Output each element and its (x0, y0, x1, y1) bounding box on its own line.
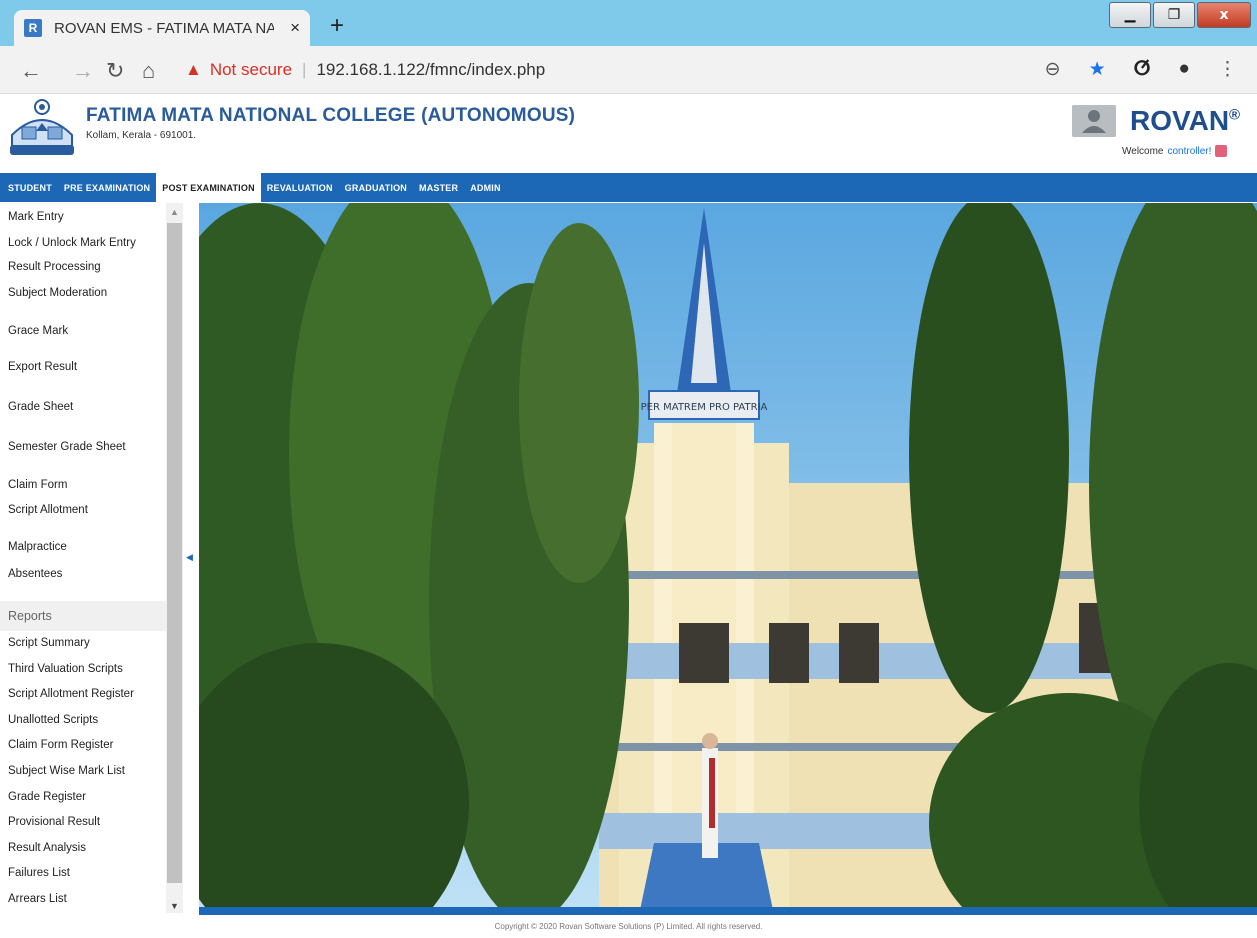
sidebar-item-script-allotment[interactable]: Script Allotment (8, 504, 88, 516)
sidebar-report-result-analysis[interactable]: Result Analysis (8, 842, 86, 854)
sidebar-reports-header: Reports (0, 601, 166, 631)
college-name: FATIMA MATA NATIONAL COLLEGE (AUTONOMOUS… (86, 105, 576, 126)
sidebar-report-provisional-result[interactable]: Provisional Result (8, 816, 100, 828)
toolbar-icons: ⊖ ★ ⵚ ● ⋮ (1045, 58, 1237, 81)
menu-item-student[interactable]: STUDENT (2, 173, 58, 202)
menu-item-master[interactable]: MASTER (413, 173, 464, 202)
menu-item-pre-examination[interactable]: PRE EXAMINATION (58, 173, 156, 202)
sidebar-report-subject-wise-mark-list[interactable]: Subject Wise Mark List (8, 765, 125, 777)
menu-item-revaluation[interactable]: REVALUATION (261, 173, 339, 202)
browser-tab[interactable]: R ROVAN EMS - FATIMA MATA NA × (14, 10, 310, 46)
menu-kebab-icon[interactable]: ⋮ (1218, 58, 1237, 81)
sidebar-report-script-summary[interactable]: Script Summary (8, 637, 90, 649)
brand-logo: ROVAN® (1130, 105, 1240, 137)
back-arrow-icon[interactable]: ← (20, 58, 42, 84)
url-text[interactable]: 192.168.1.122/fmnc/index.php (316, 60, 545, 80)
welcome-text: Welcome (1122, 145, 1164, 157)
minimize-button[interactable]: ▁ (1109, 2, 1151, 28)
address-separator: | (302, 60, 307, 79)
sidebar-item-mark-entry[interactable]: Mark Entry (8, 211, 64, 223)
college-logo (10, 99, 74, 155)
main-menu: STUDENT PRE EXAMINATION POST EXAMINATION RE… (0, 173, 1257, 202)
profile-icon[interactable]: ● (1179, 58, 1190, 81)
sidebar-report-third-valuation-scripts[interactable]: Third Valuation Scripts (8, 663, 123, 675)
sidebar-report-grade-register[interactable]: Grade Register (8, 791, 86, 803)
sidebar-item-result-processing[interactable]: Result Processing (8, 261, 101, 273)
menu-item-graduation[interactable]: GRADUATION (339, 173, 413, 202)
registered-mark: ® (1229, 106, 1241, 124)
sidebar-report-script-allotment-register[interactable]: Script Allotment Register (8, 688, 134, 700)
sidebar-item-claim-form[interactable]: Claim Form (8, 479, 67, 491)
welcome-message: Welcome controller! (1122, 145, 1228, 157)
new-tab-button[interactable]: + (330, 12, 344, 40)
scroll-thumb[interactable] (167, 223, 182, 883)
college-building-photo: PER MATREM PRO PATRIA (199, 203, 1257, 915)
sidebar-item-lock-unlock-mark-entry[interactable]: Lock / Unlock Mark Entry (8, 237, 136, 249)
menu-item-admin[interactable]: ADMIN (464, 173, 507, 202)
bookmark-star-icon[interactable]: ★ (1089, 58, 1106, 81)
tab-title: ROVAN EMS - FATIMA MATA NA (54, 19, 274, 37)
logout-icon[interactable] (1215, 145, 1228, 157)
college-address: Kollam, Kerala - 691001. (86, 130, 197, 141)
footer-copyright: Copyright © 2020 Rovan Software Solution… (494, 922, 763, 931)
browser-toolbar: ← → ↻ ⌂ ▲ Not secure | 192.168.1.122/fmn… (0, 46, 1257, 94)
sidebar-item-subject-moderation[interactable]: Subject Moderation (8, 287, 107, 299)
app-header: FATIMA MATA NATIONAL COLLEGE (AUTONOMOUS… (0, 95, 1257, 172)
sidebar-report-arrears-list[interactable]: Arrears List (8, 893, 67, 905)
user-avatar[interactable] (1072, 105, 1116, 137)
warning-icon: ▲ (185, 60, 202, 79)
zoom-icon[interactable]: ⊖ (1045, 58, 1061, 81)
menu-item-post-examination[interactable]: POST EXAMINATION (156, 173, 261, 202)
sidebar-item-export-result[interactable]: Export Result (8, 361, 77, 373)
rovan-favicon-icon: R (24, 19, 42, 37)
security-label[interactable]: Not secure (210, 60, 292, 80)
sidebar-item-grace-mark[interactable]: Grace Mark (8, 325, 68, 337)
sidebar: Mark Entry Lock / Unlock Mark Entry Result… (0, 203, 183, 913)
sidebar-item-malpractice[interactable]: Malpractice (8, 541, 67, 553)
extension-icon[interactable]: ⵚ (1134, 58, 1151, 81)
sidebar-report-claim-form-register[interactable]: Claim Form Register (8, 739, 113, 751)
sidebar-item-grade-sheet[interactable]: Grade Sheet (8, 401, 73, 413)
scroll-down-arrow-icon[interactable]: ▼ (170, 901, 179, 911)
forward-arrow-icon[interactable]: → (72, 58, 94, 84)
building-sign-text: PER MATREM PRO PATRIA (641, 402, 768, 413)
close-window-button[interactable]: x (1197, 2, 1251, 28)
collapse-sidebar-icon[interactable]: ◀ (186, 552, 193, 563)
home-icon[interactable]: ⌂ (142, 58, 155, 84)
sidebar-scrollbar[interactable]: ▲ ▼ (166, 203, 183, 913)
tab-close-icon[interactable]: × (290, 18, 300, 38)
brand-name: ROVAN (1130, 105, 1230, 136)
sidebar-item-semester-grade-sheet[interactable]: Semester Grade Sheet (8, 441, 126, 453)
scroll-up-arrow-icon[interactable]: ▲ (170, 207, 179, 217)
sidebar-item-absentees[interactable]: Absentees (8, 568, 62, 580)
sidebar-report-failures-list[interactable]: Failures List (8, 867, 70, 879)
sidebar-report-unallotted-scripts[interactable]: Unallotted Scripts (8, 714, 98, 726)
reload-icon[interactable]: ↻ (106, 58, 124, 84)
browser-tab-strip: R ROVAN EMS - FATIMA MATA NA × + ▁ ❐ x (0, 0, 1257, 46)
username-link[interactable]: controller! (1168, 146, 1212, 157)
window-controls: ▁ ❐ x (1109, 2, 1251, 28)
maximize-button[interactable]: ❐ (1153, 2, 1195, 28)
